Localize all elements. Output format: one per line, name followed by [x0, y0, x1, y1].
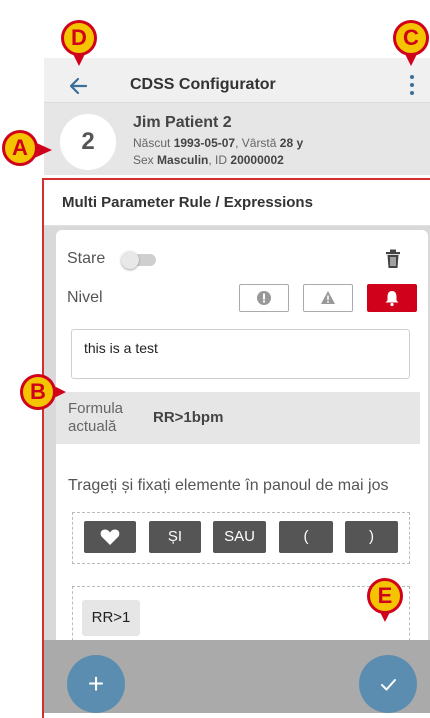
- marker-e: E: [367, 578, 403, 614]
- marker-b: B: [20, 374, 56, 410]
- marker-d: D: [61, 20, 97, 56]
- marker-pointers: [30, 52, 418, 622]
- marker-a: A: [2, 130, 38, 166]
- marker-c: C: [393, 20, 429, 56]
